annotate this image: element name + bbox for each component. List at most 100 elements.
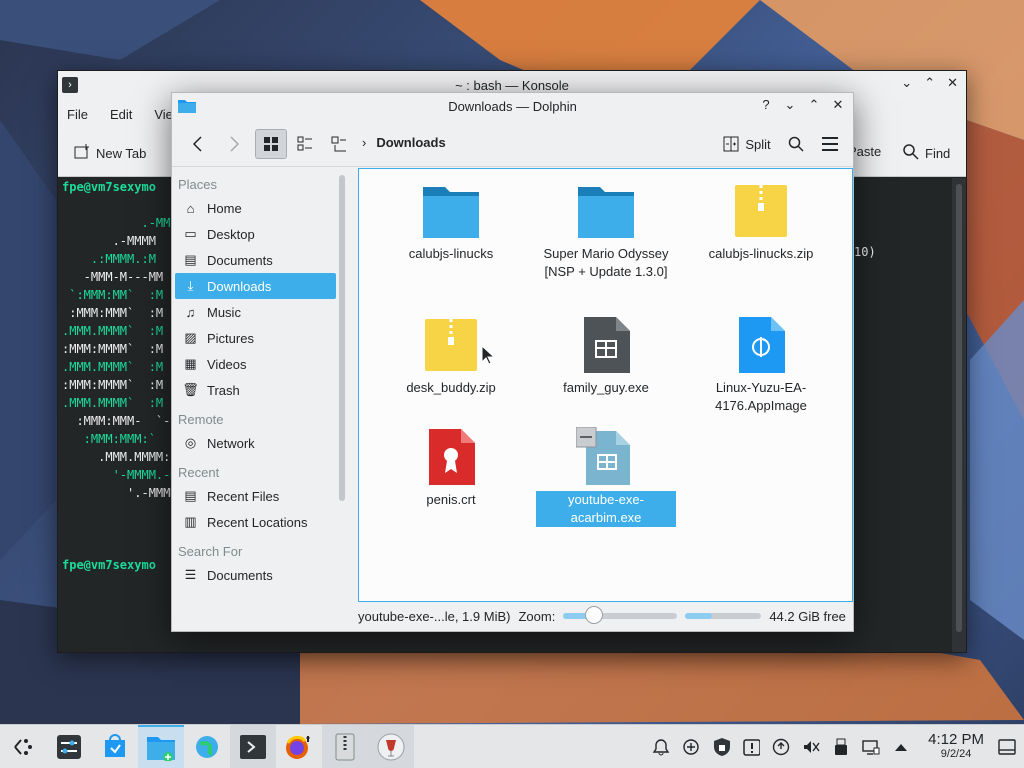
places-item-pictures[interactable]: ▨ Pictures — [175, 325, 336, 351]
file-name: youtube-exe-acarbim.exe — [536, 491, 676, 527]
close-icon[interactable]: ✕ — [947, 75, 958, 91]
places-scrollbar[interactable] — [338, 171, 346, 501]
konsole-title: ~ : bash — Konsole — [455, 77, 569, 93]
folder-icon — [421, 181, 481, 241]
system-tray: 4:12 PM 9/2/24 — [652, 725, 984, 768]
archive-icon[interactable] — [322, 724, 368, 768]
wine-icon[interactable] — [368, 724, 414, 768]
compact-view-button[interactable] — [289, 129, 321, 159]
places-item-desktop[interactable]: ▭ Desktop — [175, 221, 336, 247]
compact-view-icon — [297, 136, 312, 151]
clock[interactable]: 4:12 PM 9/2/24 — [928, 732, 984, 762]
dolphin-app-icon — [178, 100, 196, 113]
downloads-icon: ⤓ — [187, 278, 194, 293]
updates-icon[interactable] — [742, 738, 761, 756]
icons-view-button[interactable] — [255, 129, 287, 159]
breadcrumb: › Downloads — [362, 135, 446, 150]
places-item-label: Recent Locations — [207, 514, 308, 530]
places-item-label: Pictures — [207, 330, 254, 346]
volume-muted-icon[interactable] — [802, 738, 820, 756]
file-item[interactable]: calubjs-linucks — [381, 181, 521, 263]
system-settings-icon[interactable] — [46, 725, 92, 768]
places-item-trash[interactable]: 🗑 Trash — [175, 377, 336, 403]
hamburger-menu-button[interactable] — [816, 129, 844, 159]
free-space-label: 44.2 GiB free — [769, 608, 846, 624]
places-item-label: Music — [207, 304, 241, 320]
minimize-icon[interactable]: ⌄ — [901, 75, 912, 91]
recent-item-recent-files[interactable]: ▤ Recent Files — [175, 483, 336, 509]
split-view-icon — [723, 136, 739, 152]
expand-tray-icon[interactable] — [892, 738, 910, 756]
file-item[interactable]: Linux-Yuzu-EA-4176.AppImage — [691, 315, 831, 415]
taskbar: 4:12 PM 9/2/24 — [0, 724, 1024, 768]
dolphin-toolbar: › Downloads Split — [172, 119, 853, 167]
search-documents-icon: ☰ — [184, 567, 197, 582]
terminal-scrollbar[interactable] — [952, 178, 966, 652]
help-icon[interactable]: ? — [759, 97, 773, 113]
pictures-icon: ▨ — [184, 330, 197, 345]
kde-connect-icon[interactable] — [682, 738, 700, 756]
file-view[interactable]: calubjs-linucks Super Mario Odyssey [NSP … — [358, 168, 853, 602]
places-item-label: Home — [207, 200, 242, 216]
file-name: penis.crt — [426, 492, 476, 507]
file-item[interactable]: family_guy.exe — [536, 315, 676, 397]
file-name: desk_buddy.zip — [406, 380, 496, 395]
remote-item-network[interactable]: ◎ Network — [175, 430, 336, 456]
display-icon[interactable] — [862, 738, 880, 756]
network-icon: ◎ — [184, 435, 197, 450]
maximize-icon[interactable]: ⌃ — [807, 97, 821, 113]
close-icon[interactable]: ✕ — [831, 97, 845, 113]
dolphin-titlebar[interactable]: Downloads — Dolphin ? ⌄ ⌃ ✕ — [172, 93, 853, 119]
places-item-music[interactable]: ♫ Music — [175, 299, 336, 325]
clock-time: 4:12 PM — [928, 731, 984, 748]
new-tab-button[interactable]: New Tab — [74, 144, 146, 163]
show-desktop-icon[interactable] — [996, 736, 1018, 758]
minimize-icon[interactable]: ⌄ — [783, 97, 797, 113]
back-button[interactable] — [182, 129, 214, 159]
places-item-documents[interactable]: ▤ Documents — [175, 247, 336, 273]
file-item[interactable]: Super Mario Odyssey [NSP + Update 1.3.0] — [536, 181, 676, 281]
breadcrumb-separator-icon: › — [362, 135, 367, 150]
places-item-downloads[interactable]: ⤓ Downloads — [175, 273, 336, 299]
videos-icon: ▦ — [184, 356, 197, 371]
file-item[interactable]: desk_buddy.zip — [381, 315, 521, 397]
search-button[interactable] — [782, 129, 810, 159]
documents-icon: ▤ — [184, 252, 197, 267]
forward-button[interactable] — [218, 129, 250, 159]
music-icon: ♫ — [185, 304, 196, 320]
network-status-icon[interactable] — [772, 738, 790, 756]
notifications-icon[interactable] — [652, 738, 670, 756]
konsole-icon[interactable] — [230, 724, 276, 768]
places-item-label: Desktop — [207, 226, 255, 242]
zoom-slider-handle[interactable] — [585, 606, 604, 624]
file-item[interactable]: youtube-exe-acarbim.exe — [536, 426, 676, 527]
usb-icon[interactable] — [832, 738, 850, 756]
icons-view-icon — [264, 137, 278, 151]
app-launcher-icon[interactable] — [0, 725, 46, 768]
discover-icon[interactable] — [92, 725, 138, 768]
places-item-videos[interactable]: ▦ Videos — [175, 351, 336, 377]
breadcrumb-downloads[interactable]: Downloads — [376, 135, 445, 150]
file-item[interactable]: calubjs-linucks.zip — [691, 181, 831, 263]
places-item-label: Documents — [207, 252, 273, 268]
places-item-home[interactable]: ⌂ Home — [175, 195, 336, 221]
menu-edit[interactable]: Edit — [110, 107, 132, 122]
dolphin-icon[interactable] — [138, 724, 184, 768]
zoom-slider[interactable] — [563, 606, 678, 624]
search-item-documents[interactable]: ☰ Documents — [175, 562, 336, 588]
places-item-label: Documents — [207, 567, 273, 583]
details-view-button[interactable] — [323, 129, 355, 159]
web-browser-icon[interactable] — [184, 725, 230, 768]
menu-file[interactable]: File — [67, 107, 88, 122]
selection-status: youtube-exe-...le, 1.9 MiB) — [358, 608, 511, 624]
maximize-icon[interactable]: ⌃ — [924, 75, 935, 91]
file-name: calubjs-linucks — [408, 246, 494, 261]
appimage-file-icon — [731, 315, 791, 375]
places-item-label: Downloads — [207, 278, 272, 294]
find-button[interactable]: Find — [903, 144, 950, 163]
firefox-icon[interactable] — [276, 725, 322, 768]
recent-item-recent-locations[interactable]: ▥ Recent Locations — [175, 509, 336, 535]
vault-icon[interactable] — [712, 738, 731, 756]
file-item[interactable]: penis.crt — [381, 427, 521, 509]
split-button[interactable]: Split — [717, 129, 777, 159]
